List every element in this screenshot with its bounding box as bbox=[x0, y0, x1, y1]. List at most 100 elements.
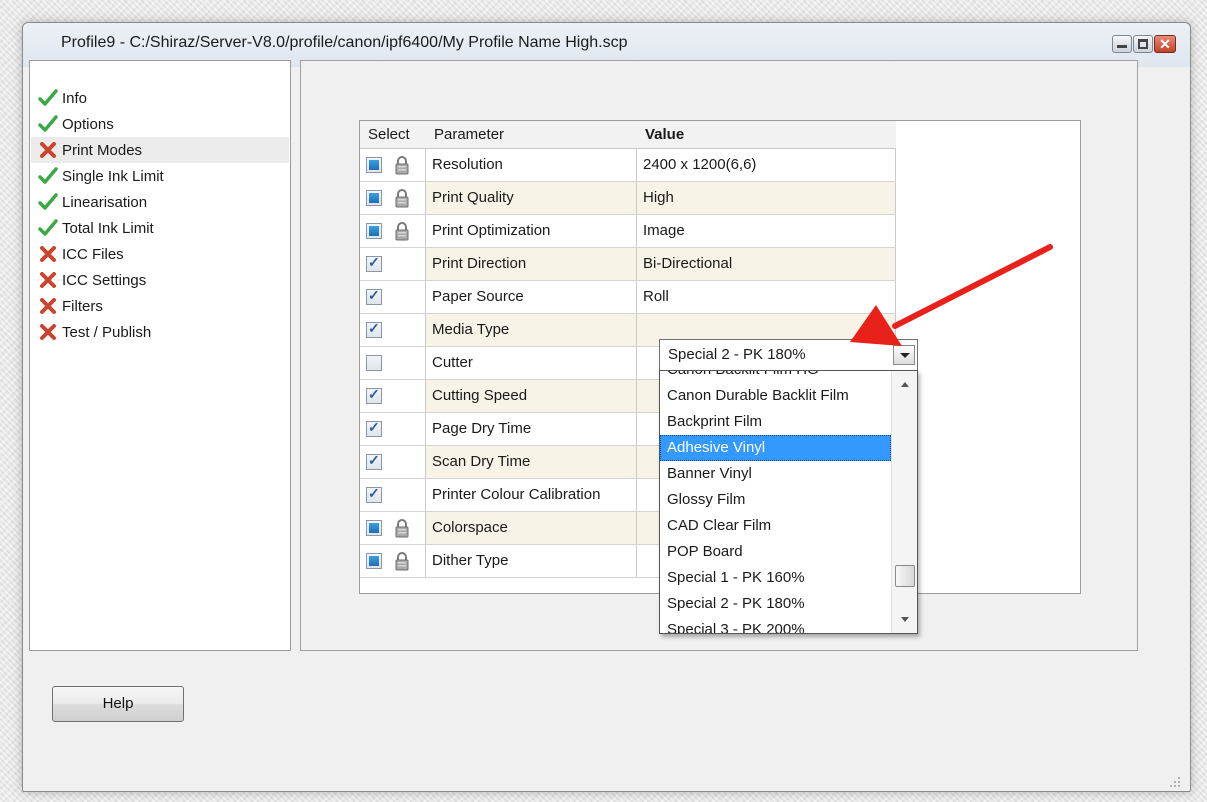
lock-icon bbox=[394, 188, 410, 208]
nav-item-label: Linearisation bbox=[62, 193, 148, 211]
nav-item[interactable]: Options bbox=[31, 111, 289, 137]
select-checkbox[interactable] bbox=[366, 223, 382, 239]
parameter-cell: Print Optimization bbox=[426, 215, 637, 247]
dropdown-option[interactable]: Banner Vinyl bbox=[660, 461, 891, 487]
select-cell bbox=[360, 446, 426, 478]
dropdown-option[interactable]: Adhesive Vinyl bbox=[660, 435, 891, 461]
checkmark-icon bbox=[38, 218, 58, 238]
select-checkbox[interactable] bbox=[366, 485, 382, 503]
dropdown-option[interactable]: Special 1 - PK 160% bbox=[660, 565, 891, 591]
nav-item[interactable]: Total Ink Limit bbox=[31, 215, 289, 241]
cross-icon bbox=[38, 322, 58, 342]
nav-item[interactable]: Filters bbox=[31, 293, 289, 319]
parameter-cell: Print Quality bbox=[426, 182, 637, 214]
nav-item[interactable]: Print Modes bbox=[31, 137, 289, 163]
select-cell bbox=[360, 545, 426, 577]
select-cell bbox=[360, 248, 426, 280]
checkmark-icon bbox=[38, 88, 58, 108]
dropdown-scrollbar[interactable] bbox=[891, 371, 917, 633]
select-cell bbox=[360, 479, 426, 511]
window-title: Profile9 - C:/Shiraz/Server-V8.0/profile… bbox=[61, 34, 628, 51]
checkmark-icon bbox=[38, 166, 58, 186]
table-row[interactable]: Resolution 2400 x 1200(6,6) bbox=[360, 149, 896, 182]
scroll-down-icon[interactable] bbox=[901, 617, 909, 622]
minimize-icon[interactable] bbox=[1112, 35, 1132, 53]
lock-icon bbox=[394, 551, 410, 571]
nav-item[interactable]: ICC Settings bbox=[31, 267, 289, 293]
nav-item[interactable]: Info bbox=[31, 85, 289, 111]
select-checkbox[interactable] bbox=[366, 419, 382, 437]
nav-item-label: Total Ink Limit bbox=[62, 219, 154, 237]
select-cell bbox=[360, 314, 426, 346]
parameter-cell: Resolution bbox=[426, 149, 637, 181]
select-checkbox[interactable] bbox=[366, 254, 382, 272]
column-header-value[interactable]: Value bbox=[637, 121, 896, 149]
chevron-down-icon[interactable] bbox=[893, 345, 915, 365]
table-row[interactable]: Print DirectionBi-Directional bbox=[360, 248, 896, 281]
cross-icon bbox=[38, 296, 58, 316]
close-icon[interactable]: ✕ bbox=[1154, 35, 1176, 53]
section-nav-list: Info Options Print Modes Single Ink Limit Li… bbox=[29, 60, 291, 651]
cross-icon bbox=[38, 140, 58, 160]
grid-header: Select Parameter Value bbox=[360, 121, 896, 149]
select-cell bbox=[360, 347, 426, 379]
value-cell[interactable]: 2400 x 1200(6,6) bbox=[637, 149, 896, 181]
dropdown-option[interactable]: Canon Backlit Film HG bbox=[660, 371, 891, 383]
scroll-up-icon[interactable] bbox=[901, 382, 909, 387]
checkmark-icon bbox=[38, 114, 58, 134]
select-checkbox[interactable] bbox=[366, 287, 382, 305]
lock-icon bbox=[394, 155, 410, 175]
media-type-dropdown-list[interactable]: Canon Backlit Film HGCanon Durable Backl… bbox=[659, 370, 918, 634]
select-checkbox[interactable] bbox=[366, 157, 382, 173]
select-cell bbox=[360, 281, 426, 313]
value-cell[interactable]: High bbox=[637, 182, 896, 214]
resize-grip-icon[interactable] bbox=[1169, 776, 1181, 788]
nav-item-label: Print Modes bbox=[62, 141, 143, 159]
parameter-cell: Cutter bbox=[426, 347, 637, 379]
nav-item[interactable]: Single Ink Limit bbox=[31, 163, 289, 189]
dropdown-option[interactable]: Special 3 - PK 200% bbox=[660, 617, 891, 633]
nav-item[interactable]: Linearisation bbox=[31, 189, 289, 215]
parameter-cell: Dither Type bbox=[426, 545, 637, 577]
select-checkbox[interactable] bbox=[366, 520, 382, 536]
select-checkbox[interactable] bbox=[366, 386, 382, 404]
dropdown-option[interactable]: Special 2 - PK 180% bbox=[660, 591, 891, 617]
nav-item[interactable]: ICC Files bbox=[31, 241, 289, 267]
nav-item-label: Single Ink Limit bbox=[62, 167, 164, 185]
checkmark-icon bbox=[38, 192, 58, 212]
table-row[interactable]: Paper SourceRoll bbox=[360, 281, 896, 314]
select-cell bbox=[360, 380, 426, 412]
dropdown-option[interactable]: Canon Durable Backlit Film bbox=[660, 383, 891, 409]
dropdown-option[interactable]: Backprint Film bbox=[660, 409, 891, 435]
value-cell[interactable]: Bi-Directional bbox=[637, 248, 896, 280]
table-row[interactable]: Print Optimization Image bbox=[360, 215, 896, 248]
scrollbar-thumb[interactable] bbox=[895, 565, 915, 587]
parameter-cell: Print Direction bbox=[426, 248, 637, 280]
select-checkbox[interactable] bbox=[366, 320, 382, 338]
lock-icon bbox=[394, 221, 410, 241]
select-checkbox[interactable] bbox=[366, 355, 382, 371]
select-cell bbox=[360, 149, 426, 181]
parameter-cell: Cutting Speed bbox=[426, 380, 637, 412]
dropdown-option[interactable]: POP Board bbox=[660, 539, 891, 565]
media-type-combobox[interactable]: Special 2 - PK 180% bbox=[659, 339, 918, 371]
select-checkbox[interactable] bbox=[366, 452, 382, 470]
cross-icon bbox=[38, 244, 58, 264]
maximize-icon[interactable] bbox=[1133, 35, 1153, 53]
media-type-selected-value: Special 2 - PK 180% bbox=[668, 346, 806, 363]
nav-item[interactable]: Test / Publish bbox=[31, 319, 289, 345]
lock-icon bbox=[394, 518, 410, 538]
parameter-cell: Media Type bbox=[426, 314, 637, 346]
column-header-parameter[interactable]: Parameter bbox=[426, 121, 637, 149]
dropdown-option[interactable]: Glossy Film bbox=[660, 487, 891, 513]
dropdown-option[interactable]: CAD Clear Film bbox=[660, 513, 891, 539]
select-cell bbox=[360, 413, 426, 445]
help-button[interactable]: Help bbox=[52, 686, 184, 722]
column-header-select[interactable]: Select bbox=[360, 121, 426, 149]
select-checkbox[interactable] bbox=[366, 553, 382, 569]
table-row[interactable]: Print Quality High bbox=[360, 182, 896, 215]
value-cell[interactable]: Roll bbox=[637, 281, 896, 313]
parameter-cell: Printer Colour Calibration bbox=[426, 479, 637, 511]
select-checkbox[interactable] bbox=[366, 190, 382, 206]
value-cell[interactable]: Image bbox=[637, 215, 896, 247]
